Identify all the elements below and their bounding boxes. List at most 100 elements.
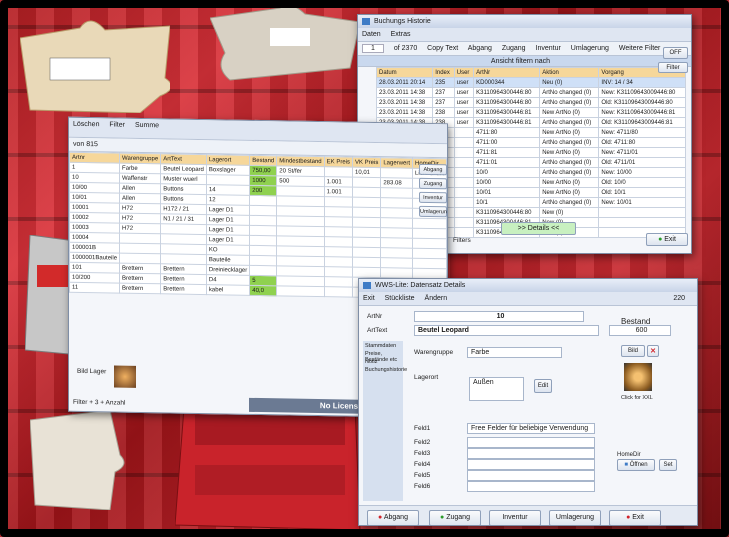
action-button[interactable]: ● Abgang <box>367 510 419 525</box>
table-cell <box>324 266 353 278</box>
feld-field[interactable] <box>467 481 595 492</box>
side-button[interactable]: Zugang <box>419 177 447 190</box>
side-button[interactable]: Umlagerung <box>419 205 448 218</box>
table-cell <box>324 226 353 238</box>
side-button[interactable]: Abgang <box>419 163 447 176</box>
col-datum[interactable]: Datum <box>375 67 434 78</box>
feld1-label: Feld1 <box>414 425 431 432</box>
feld-field[interactable] <box>467 437 595 448</box>
col-index[interactable]: Index <box>432 67 455 78</box>
lager-col-header[interactable]: VK Preis <box>352 157 381 168</box>
filter-weitere[interactable]: Weitere Filter <box>619 45 661 52</box>
menu-aendern[interactable]: Ändern <box>425 295 448 302</box>
table-cell <box>324 166 353 178</box>
action-button[interactable]: Umlagerung <box>549 510 601 525</box>
details-button[interactable]: >> Details << <box>501 222 576 235</box>
exit-icon: ● <box>658 236 663 243</box>
edit-button[interactable]: Edit <box>534 379 552 393</box>
table-cell: user <box>453 97 475 108</box>
table-cell: Farbe <box>119 163 161 174</box>
action-button[interactable]: Inventur <box>489 510 541 525</box>
feld-field[interactable] <box>467 448 595 459</box>
filter-zugang[interactable]: Zugang <box>502 45 526 52</box>
menu-daten[interactable]: Daten <box>362 31 381 38</box>
table-cell <box>352 257 381 268</box>
table-cell <box>324 196 353 208</box>
toolbar-summe[interactable]: Summe <box>135 122 159 129</box>
lager-side-buttons: Abgang Zugang Inventur Umlagerung <box>419 163 448 220</box>
filter-umlagerung[interactable]: Umlagerung <box>571 45 609 52</box>
table-cell: New ArtNo (0) <box>539 127 600 138</box>
feld-field[interactable] <box>467 470 595 481</box>
nav-stammdaten[interactable]: Stammdaten <box>365 343 396 349</box>
exit-button[interactable]: ● Exit <box>646 233 688 246</box>
feld-field[interactable] <box>467 459 595 470</box>
col-user[interactable]: User <box>453 67 475 78</box>
nav-notiz[interactable]: Notiz <box>365 359 378 365</box>
filter-abgang[interactable]: Abgang <box>468 45 492 52</box>
col-artnr[interactable]: ArtNr <box>473 67 541 78</box>
table-cell: Waffenstr <box>119 173 161 184</box>
details-window: WWS-Lite: Datensatz Details Exit Stückli… <box>358 278 698 526</box>
lager-col-header[interactable]: Bestand <box>249 155 277 166</box>
table-cell <box>412 248 447 259</box>
table-cell <box>352 227 381 238</box>
feld-label: Feld5 <box>414 472 431 479</box>
off-toggle[interactable]: OFF <box>663 47 688 59</box>
action-button-label: Umlagerung <box>555 514 595 521</box>
menu-stueckliste[interactable]: Stückliste <box>385 295 415 302</box>
table-row[interactable]: 23.03.2011 14:38 237 user K3110964300446:80… <box>375 97 686 108</box>
table-cell: 5 <box>249 275 277 286</box>
menu-extras[interactable]: Extras <box>391 31 411 38</box>
lagerort-field[interactable]: Außen <box>469 377 524 401</box>
delete-bild-button[interactable]: ✕ <box>647 345 659 357</box>
filter-button[interactable]: Filter <box>658 62 688 73</box>
lager-col-header[interactable]: Lagerwert <box>380 157 413 169</box>
action-button[interactable]: ● Exit <box>609 510 661 525</box>
table-cell: 23.03.2011 14:38 <box>375 97 434 108</box>
table-row[interactable]: 23.03.2011 14:38 237 user K3110964300446:80… <box>375 87 686 98</box>
table-cell <box>324 206 353 218</box>
toolbar-loeschen[interactable]: Löschen <box>73 121 99 128</box>
action-button[interactable]: ● Zugang <box>429 510 481 525</box>
table-cell: 10/1 <box>473 197 541 208</box>
table-cell: New: 4711/01 <box>598 147 686 158</box>
col-aktion[interactable]: Aktion <box>539 67 600 78</box>
table-row[interactable]: 28.03.2011 20:14 235 user KD000344 Neu (0) IN… <box>375 77 686 88</box>
menu-exit[interactable]: Exit <box>363 295 375 302</box>
table-cell <box>380 187 413 199</box>
table-row[interactable]: 23.03.2011 14:38238userK3110964300446:81… <box>375 107 686 118</box>
table-cell: kabel <box>206 284 250 296</box>
side-button[interactable]: Inventur <box>419 191 447 204</box>
lager-col-header[interactable]: Warengruppe <box>119 153 161 164</box>
table-cell <box>352 187 381 198</box>
bild-button[interactable]: Bild <box>621 345 645 357</box>
table-cell <box>453 177 475 188</box>
set-button[interactable]: Set <box>659 459 677 471</box>
record-number-field[interactable]: 1 <box>362 44 384 53</box>
action-button-label: Abgang <box>383 514 408 521</box>
table-cell <box>446 228 448 240</box>
artnr-field[interactable]: 10 <box>414 311 584 322</box>
table-cell: 4711:01 <box>473 157 541 168</box>
details-menu: Exit Stückliste Ändern 220 <box>359 292 697 306</box>
nav-buchungshistorie[interactable]: Buchungshistorie <box>365 367 407 373</box>
feld1-field[interactable]: Free Felder für beliebige Verwendung <box>467 423 595 434</box>
table-cell: Brettern <box>119 273 161 284</box>
product-image[interactable] <box>624 363 652 391</box>
table-cell <box>380 267 413 279</box>
bestand-field[interactable]: 600 <box>609 325 671 336</box>
table-cell <box>119 253 161 264</box>
toolbar-filter[interactable]: Filter <box>109 121 125 128</box>
warengruppe-select[interactable]: Farbe <box>467 347 562 358</box>
navigation-bar: 1 of 2370 Copy Text Abgang Zugang Invent… <box>358 42 691 56</box>
app-icon <box>362 18 370 25</box>
lager-col-header[interactable]: EK Preis <box>324 156 353 168</box>
table-cell: 237 <box>432 97 455 108</box>
oeffnen-button[interactable]: ■ Öffnen <box>617 459 655 471</box>
table-cell <box>412 238 447 249</box>
arttext-field[interactable]: Beutel Leopard <box>414 325 599 336</box>
filter-inventur[interactable]: Inventur <box>536 45 561 52</box>
copy-text-button[interactable]: Copy Text <box>427 45 458 52</box>
table-cell: Neu (0) <box>539 77 600 88</box>
